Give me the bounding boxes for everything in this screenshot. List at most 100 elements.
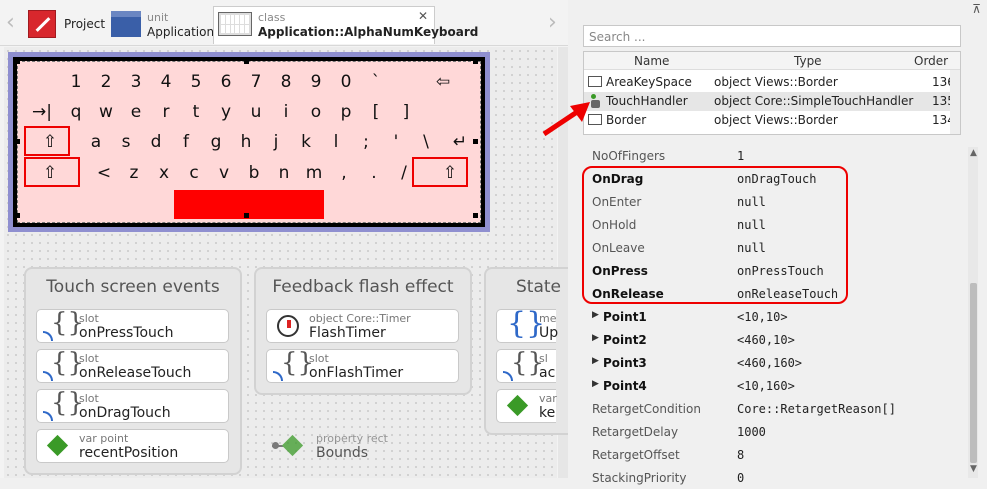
resize-handle[interactable]: [15, 139, 20, 144]
breadcrumb-unit-label: Application: [147, 24, 215, 39]
property-value[interactable]: 8: [737, 448, 744, 462]
item-name: onDragTouch: [79, 405, 171, 421]
key: e: [130, 102, 142, 122]
back-arrow-icon[interactable]: ‹: [6, 10, 15, 35]
item-name: onReleaseTouch: [79, 365, 192, 381]
column-header-name[interactable]: Name: [634, 54, 669, 68]
slot-onflashtimer[interactable]: {} slot onFlashTimer: [266, 348, 459, 383]
breadcrumb-class-kind: class: [258, 10, 286, 24]
item-kind: var point: [79, 432, 129, 445]
resize-handle[interactable]: [244, 59, 249, 64]
slot-ondragtouch[interactable]: {} slot onDragTouch: [36, 388, 229, 423]
property-row[interactable]: ▶ Point4 <10,160>: [583, 374, 961, 397]
slot-icon: {}: [43, 348, 84, 381]
key: u: [250, 102, 262, 122]
property-row[interactable]: ▶ Point3 <460,160>: [583, 351, 961, 374]
property-row[interactable]: RetargetOffset 8: [583, 443, 961, 466]
property-row[interactable]: ▶ Point2 <460,10>: [583, 328, 961, 351]
timer-icon: [273, 311, 303, 341]
slot-icon: {}: [503, 348, 544, 381]
breadcrumb-project[interactable]: Project: [28, 4, 105, 44]
table-row[interactable]: Border object Views::Border 134: [584, 111, 960, 130]
table-row[interactable]: AreaKeySpace object Views::Border 136: [584, 73, 960, 92]
expand-triangle-icon[interactable]: ▶: [592, 333, 599, 343]
property-row[interactable]: RetargetCondition Core::RetargetReason[]: [583, 397, 961, 420]
item-kind: slot: [309, 352, 329, 365]
property-value[interactable]: 1: [737, 149, 744, 163]
property-bounds[interactable]: property rect Bounds: [266, 429, 396, 463]
expand-triangle-icon[interactable]: ▶: [592, 379, 599, 389]
highlight-box-shift: [24, 126, 70, 156]
key: s: [121, 132, 131, 152]
table-scrollbar[interactable]: [950, 70, 960, 134]
property-name: RetargetDelay: [592, 425, 679, 439]
slot-onreleasetouch[interactable]: {} slot onReleaseTouch: [36, 348, 229, 383]
property-name: Point1: [603, 310, 647, 324]
resize-handle[interactable]: [473, 213, 478, 218]
table-row-selected[interactable]: TouchHandler object Core::SimpleTouchHan…: [584, 92, 960, 111]
key: ;: [363, 132, 369, 152]
method-up[interactable]: {} me Up: [496, 306, 558, 343]
key: r: [162, 102, 170, 122]
property-value[interactable]: Core::RetargetReason[]: [737, 402, 896, 416]
key: w: [99, 102, 113, 122]
resize-handle[interactable]: [15, 59, 20, 64]
item-name: onPressTouch: [79, 325, 174, 341]
property-value[interactable]: 1000: [737, 425, 766, 439]
key: \: [423, 132, 429, 152]
table-header: Name Type Order: [584, 52, 960, 70]
resize-handle[interactable]: [244, 213, 249, 218]
property-value[interactable]: <460,160>: [737, 356, 802, 370]
var-ke[interactable]: var ke: [496, 389, 557, 423]
var-recentposition[interactable]: var point recentPosition: [36, 429, 229, 463]
key: y: [220, 102, 232, 122]
resize-handle[interactable]: [15, 213, 20, 218]
breadcrumb-unit[interactable]: unit Application: [111, 4, 214, 44]
item-kind: property rect: [316, 432, 388, 445]
resize-handle[interactable]: [473, 59, 478, 64]
property-row[interactable]: NoOfFingers 1: [583, 144, 961, 167]
item-name: Bounds: [316, 445, 369, 461]
key: l: [333, 132, 339, 152]
key: h: [240, 132, 252, 152]
slot-icon: {}: [43, 388, 84, 421]
properties-scrollbar-thumb[interactable]: [970, 283, 977, 463]
key: <: [96, 163, 112, 183]
slot-icon: {}: [273, 348, 314, 381]
keyboard-component[interactable]: 1 2 3 4 5 6 7 8 9 0 ` ⇦ →| q w e r t y u i o p[] ⇧ a s d f g h j k l; ' \ ↵…: [13, 57, 485, 227]
highlight-box-shift: [24, 157, 80, 187]
breadcrumb-class[interactable]: class Application::AlphaNumKeyboard: [218, 4, 478, 44]
property-value[interactable]: <10,160>: [737, 379, 795, 393]
key: 8: [280, 72, 292, 92]
object-flashtimer[interactable]: object Core::Timer FlashTimer: [266, 309, 459, 343]
property-value[interactable]: <10,10>: [737, 310, 788, 324]
key: d: [150, 132, 162, 152]
property-value[interactable]: 0: [737, 471, 744, 485]
key: ⇦: [435, 72, 451, 92]
search-input[interactable]: Search ...: [583, 25, 961, 47]
property-name: Point2: [603, 333, 647, 347]
column-header-type[interactable]: Type: [794, 54, 822, 68]
item-kind: slot: [79, 392, 99, 405]
scroll-down-icon[interactable]: ▼: [970, 464, 977, 474]
expand-triangle-icon[interactable]: ▶: [592, 310, 599, 320]
slot-ac[interactable]: {} sl ac: [496, 348, 556, 383]
property-row[interactable]: ▶ Point1 <10,10>: [583, 305, 961, 328]
key: [: [372, 102, 380, 122]
property-value[interactable]: <460,10>: [737, 333, 795, 347]
expand-triangle-icon[interactable]: ▶: [592, 356, 599, 366]
member-type: object Core::SimpleTouchHandler: [714, 94, 914, 108]
column-header-order[interactable]: Order: [914, 54, 948, 68]
property-row[interactable]: RetargetDelay 1000: [583, 420, 961, 443]
slot-onpresstouch[interactable]: {} slot onPressTouch: [36, 308, 229, 343]
property-name: Point3: [603, 356, 647, 370]
variable-diamond-icon: [503, 391, 533, 421]
scroll-up-icon[interactable]: ▲: [970, 148, 977, 158]
forward-arrow-icon[interactable]: ›: [548, 10, 557, 35]
key: ,: [341, 163, 347, 183]
key: g: [210, 132, 222, 152]
pin-icon[interactable]: ⊼: [972, 2, 981, 16]
resize-handle[interactable]: [473, 139, 478, 144]
key: 3: [130, 72, 142, 92]
key: 6: [220, 72, 232, 92]
